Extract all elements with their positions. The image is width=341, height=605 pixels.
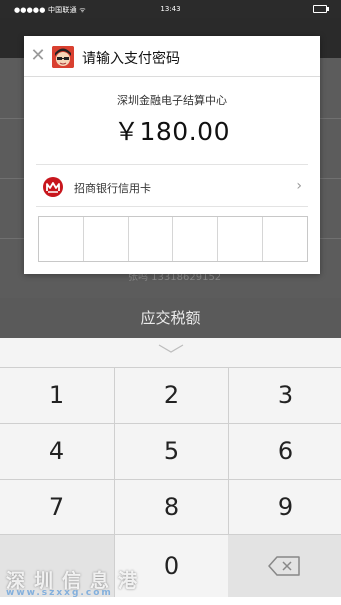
close-icon[interactable]: ✕ [28,46,48,66]
dialog-divider [36,206,308,207]
dialog-divider [24,76,320,77]
key-3[interactable]: 3 [229,367,341,423]
numeric-keypad: 1 2 3 4 5 6 7 8 9 0 [0,338,341,597]
status-time: 13:43 [160,5,181,13]
password-input[interactable] [38,216,308,262]
password-digit-box[interactable] [263,217,307,261]
bank-card-name: 招商银行信用卡 [74,182,151,195]
password-digit-box[interactable] [173,217,219,261]
payment-password-dialog: ✕ 请输入支付密码 深圳金融电子结算中心 ￥180.00 招商银行信用卡 › [24,36,320,274]
bottom-margin [0,597,341,605]
tax-amount-label: 应交税额 [0,298,341,338]
merchant-name: 深圳金融电子结算中心 [117,94,227,107]
payment-amount: ￥180.00 [114,117,230,146]
status-bar: ●●●●● 中国联通 ᯤ 13:43 [0,0,341,18]
password-digit-box[interactable] [84,217,129,261]
delete-button[interactable] [228,535,341,597]
cmb-bank-logo-icon [42,176,64,198]
avatar [52,46,74,68]
password-digit-box[interactable] [218,217,264,261]
chevron-right-icon: › [296,178,302,194]
battery-icon [313,5,329,13]
key-9[interactable]: 9 [229,479,341,535]
key-5[interactable]: 5 [115,423,228,479]
bank-card-selector[interactable]: 招商银行信用卡 › [24,170,320,204]
password-digit-box[interactable] [39,217,84,261]
backspace-icon [268,556,300,580]
key-8[interactable]: 8 [115,479,228,535]
dialog-title: 请输入支付密码 [82,51,180,67]
password-digit-box[interactable] [129,217,174,261]
key-2[interactable]: 2 [115,367,228,423]
dialog-divider [36,164,308,165]
key-1[interactable]: 1 [0,367,113,423]
key-7[interactable]: 7 [0,479,113,535]
key-4[interactable]: 4 [0,423,113,479]
chevron-down-icon[interactable] [0,344,341,357]
key-6[interactable]: 6 [229,423,341,479]
